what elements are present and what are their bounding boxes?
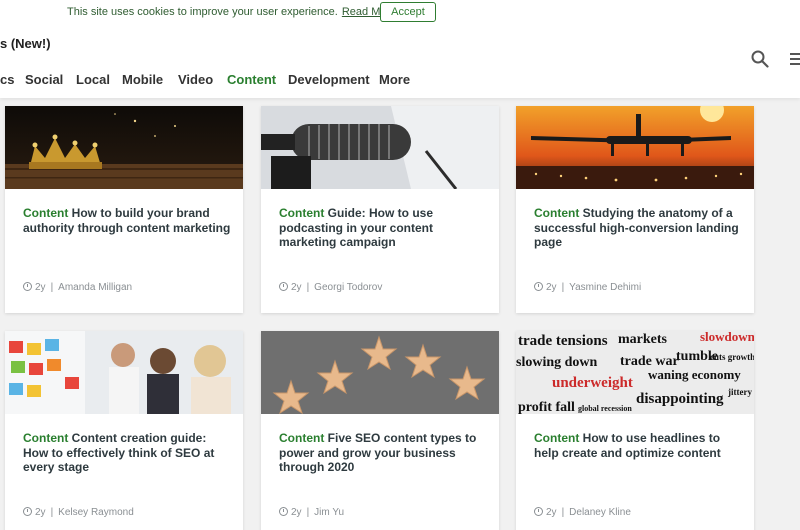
article-category[interactable]: Content <box>279 431 324 445</box>
article-title[interactable]: Content Studying the anatomy of a succes… <box>534 206 744 250</box>
hamburger-menu-icon[interactable] <box>790 52 800 66</box>
article-card[interactable]: Content Five SEO content types to power … <box>261 331 499 530</box>
nav-item-local[interactable]: Local <box>76 72 110 87</box>
nav-item-content[interactable]: Content <box>227 72 276 87</box>
article-card[interactable]: trade tensions markets slowdown slowing … <box>516 331 754 530</box>
cookie-message-text: This site uses cookies to improve your u… <box>67 6 338 18</box>
article-title[interactable]: Content How to use headlines to help cre… <box>534 431 744 460</box>
clock-icon <box>534 282 543 291</box>
clock-icon <box>279 282 288 291</box>
headline-word: waning economy <box>648 367 741 382</box>
article-age: 2y <box>35 282 46 293</box>
article-category[interactable]: Content <box>279 206 324 220</box>
article-meta: 2y | Yasmine Dehimi <box>534 282 641 293</box>
headline-word: disappointing <box>636 391 724 407</box>
article-title[interactable]: Content How to build your brand authorit… <box>23 206 233 235</box>
article-meta: 2y | Delaney Kline <box>534 507 631 518</box>
article-category[interactable]: Content <box>23 206 68 220</box>
article-age: 2y <box>35 507 46 518</box>
article-author[interactable]: Amanda Milligan <box>58 282 132 293</box>
article-author[interactable]: Jim Yu <box>314 507 344 518</box>
article-image-newspaper-headlines[interactable]: trade tensions markets slowdown slowing … <box>516 331 754 414</box>
article-age: 2y <box>291 282 302 293</box>
headline-word: markets <box>618 332 668 347</box>
article-image-airplane-landing-sunset[interactable] <box>516 106 754 189</box>
meta-separator: | <box>50 507 54 518</box>
clock-icon <box>279 507 288 516</box>
cookie-banner: This site uses cookies to improve your u… <box>0 0 800 28</box>
article-title[interactable]: Content Five SEO content types to power … <box>279 431 489 475</box>
article-meta: 2y | Amanda Milligan <box>23 282 132 293</box>
nav-item-mobile[interactable]: Mobile <box>122 72 163 87</box>
article-age: 2y <box>291 507 302 518</box>
article-image-five-stars[interactable] <box>261 331 499 414</box>
article-meta: 2y | Georgi Todorov <box>279 282 382 293</box>
article-meta: 2y | Jim Yu <box>279 507 344 518</box>
headline-word: global recession <box>578 404 632 413</box>
article-meta: 2y | Kelsey Raymond <box>23 507 134 518</box>
cookie-accept-button[interactable]: Accept <box>380 2 436 22</box>
nav-item-analytics[interactable]: cs <box>0 72 14 87</box>
meta-separator: | <box>561 282 565 293</box>
article-author[interactable]: Delaney Kline <box>569 507 631 518</box>
article-card[interactable]: Content Studying the anatomy of a succes… <box>516 106 754 313</box>
headline-word: jittery <box>727 387 752 397</box>
headline-word: profit fall <box>518 400 575 414</box>
nav-item-social[interactable]: Social <box>25 72 63 87</box>
article-card[interactable]: Content Content creation guide: How to e… <box>5 331 243 530</box>
article-card[interactable]: Content Guide: How to use podcasting in … <box>261 106 499 313</box>
nav-item-more[interactable]: More <box>379 72 410 87</box>
headline-word: trade tensions <box>518 333 608 349</box>
headline-word: cuts growth <box>710 352 754 362</box>
headline-word: slowing down <box>516 355 598 370</box>
cookie-message: This site uses cookies to improve your u… <box>67 6 396 18</box>
article-age: 2y <box>546 507 557 518</box>
clock-icon <box>23 282 32 291</box>
site-header: s (New!) cs Social Local Mobile Video Co… <box>0 28 800 98</box>
search-icon[interactable] <box>751 50 769 68</box>
meta-separator: | <box>306 507 310 518</box>
brand-title[interactable]: s (New!) <box>0 36 51 51</box>
article-author[interactable]: Kelsey Raymond <box>58 507 134 518</box>
article-category[interactable]: Content <box>534 206 579 220</box>
article-author[interactable]: Georgi Todorov <box>314 282 382 293</box>
article-category[interactable]: Content <box>534 431 579 445</box>
article-author[interactable]: Yasmine Dehimi <box>569 282 641 293</box>
article-age: 2y <box>546 282 557 293</box>
meta-separator: | <box>306 282 310 293</box>
clock-icon <box>23 507 32 516</box>
headline-word: slowdown <box>700 331 754 344</box>
nav-item-development[interactable]: Development <box>288 72 370 87</box>
article-image-team-sticky-notes[interactable] <box>5 331 243 414</box>
article-image-podcast-microphone[interactable] <box>261 106 499 189</box>
article-title[interactable]: Content Guide: How to use podcasting in … <box>279 206 489 250</box>
article-title[interactable]: Content Content creation guide: How to e… <box>23 431 233 475</box>
nav-item-video[interactable]: Video <box>178 72 213 87</box>
meta-separator: | <box>50 282 54 293</box>
article-category[interactable]: Content <box>23 431 68 445</box>
meta-separator: | <box>561 507 565 518</box>
article-card[interactable]: Content How to build your brand authorit… <box>5 106 243 313</box>
headline-word: underweight <box>552 375 633 391</box>
article-image-golden-crown[interactable] <box>5 106 243 189</box>
clock-icon <box>534 507 543 516</box>
